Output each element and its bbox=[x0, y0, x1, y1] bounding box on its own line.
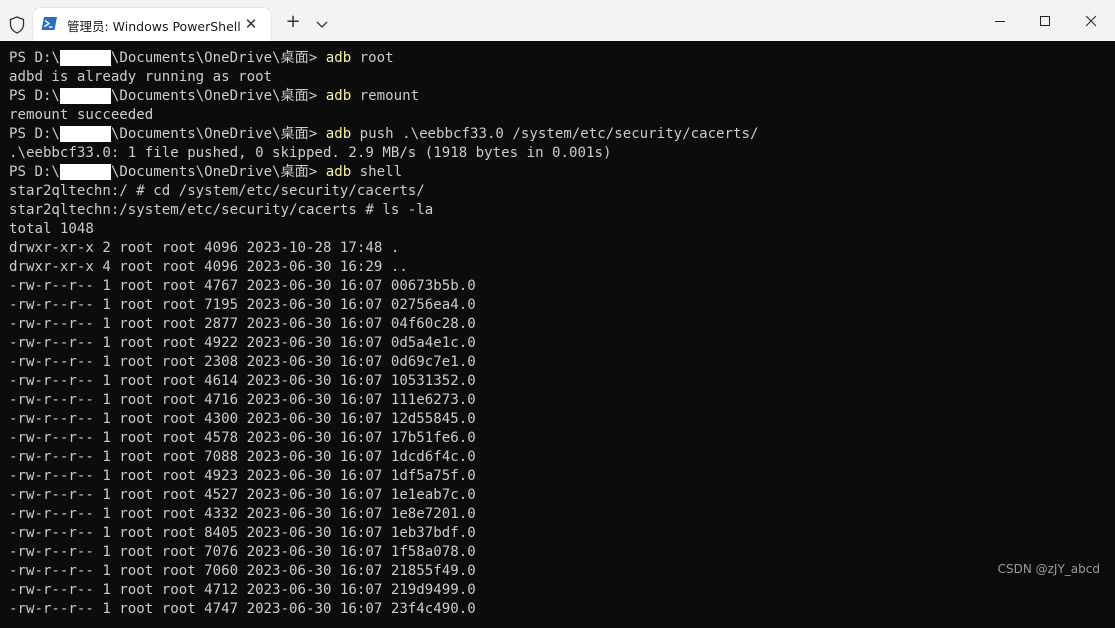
terminal-text: -rw-r--r-- 1 root root 4614 2023-06-30 1… bbox=[9, 373, 476, 389]
terminal-text: -rw-r--r-- 1 root root 4767 2023-06-30 1… bbox=[9, 278, 476, 294]
terminal-line: -rw-r--r-- 1 root root 4922 2023-06-30 1… bbox=[9, 334, 476, 353]
powershell-window: 管理员: Windows PowerShell ✕ + PS D:\ \Docu bbox=[0, 0, 1115, 628]
terminal-line: drwxr-xr-x 4 root root 4096 2023-06-30 1… bbox=[9, 258, 408, 277]
terminal-text: \Documents\OneDrive\桌面> bbox=[110, 88, 326, 104]
tab-close-button[interactable]: ✕ bbox=[243, 16, 259, 32]
terminal-text: \Documents\OneDrive\桌面> bbox=[110, 126, 326, 142]
terminal-line: -rw-r--r-- 1 root root 8405 2023-06-30 1… bbox=[9, 524, 476, 543]
command-name: adb bbox=[325, 88, 352, 104]
terminal-line: star2qltechn:/ # cd /system/etc/security… bbox=[9, 182, 425, 201]
terminal-text: -rw-r--r-- 1 root root 4716 2023-06-30 1… bbox=[9, 392, 476, 408]
command-name: adb bbox=[325, 126, 352, 142]
terminal-text: .\eebbcf33.0: 1 file pushed, 0 skipped. … bbox=[9, 145, 612, 161]
terminal-text: -rw-r--r-- 1 root root 4922 2023-06-30 1… bbox=[9, 335, 476, 351]
terminal-text: \Documents\OneDrive\桌面> bbox=[110, 164, 326, 180]
terminal-text: adbd is already running as root bbox=[9, 69, 273, 85]
watermark: CSDN @zJY_abcd bbox=[997, 562, 1100, 576]
terminal-text: PS D:\ bbox=[9, 126, 60, 142]
command-name: adb bbox=[325, 164, 352, 180]
terminal-text: drwxr-xr-x 4 root root 4096 2023-06-30 1… bbox=[9, 259, 408, 275]
chevron-down-icon[interactable] bbox=[314, 16, 330, 30]
terminal-line: total 1048 bbox=[9, 220, 94, 239]
terminal-output[interactable]: PS D:\ \Documents\OneDrive\桌面> adb root a… bbox=[0, 41, 1115, 628]
new-tab-button[interactable]: + bbox=[284, 13, 302, 31]
terminal-text: -rw-r--r-- 1 root root 8405 2023-06-30 1… bbox=[9, 525, 476, 541]
terminal-text: \Documents\OneDrive\桌面> bbox=[110, 50, 326, 66]
terminal-text: -rw-r--r-- 1 root root 2877 2023-06-30 1… bbox=[9, 316, 476, 332]
terminal-text: -rw-r--r-- 1 root root 4923 2023-06-30 1… bbox=[9, 468, 476, 484]
terminal-text: remount bbox=[351, 88, 420, 104]
redacted-username bbox=[59, 50, 111, 66]
terminal-text: -rw-r--r-- 1 root root 7076 2023-06-30 1… bbox=[9, 544, 476, 560]
terminal-text: PS D:\ bbox=[9, 50, 60, 66]
terminal-line: -rw-r--r-- 1 root root 4300 2023-06-30 1… bbox=[9, 410, 476, 429]
terminal-line: -rw-r--r-- 1 root root 7088 2023-06-30 1… bbox=[9, 448, 476, 467]
terminal-line: drwxr-xr-x 2 root root 4096 2023-10-28 1… bbox=[9, 239, 399, 258]
terminal-line: PS D:\ \Documents\OneDrive\桌面> adb root bbox=[9, 49, 394, 68]
terminal-line: -rw-r--r-- 1 root root 7076 2023-06-30 1… bbox=[9, 543, 476, 562]
terminal-line: -rw-r--r-- 1 root root 7195 2023-06-30 1… bbox=[9, 296, 476, 315]
redacted-username bbox=[59, 126, 111, 142]
terminal-line: -rw-r--r-- 1 root root 4332 2023-06-30 1… bbox=[9, 505, 476, 524]
maximize-icon bbox=[1040, 16, 1050, 26]
terminal-line: -rw-r--r-- 1 root root 4712 2023-06-30 1… bbox=[9, 581, 476, 600]
terminal-line: -rw-r--r-- 1 root root 2877 2023-06-30 1… bbox=[9, 315, 476, 334]
terminal-text: -rw-r--r-- 1 root root 2308 2023-06-30 1… bbox=[9, 354, 476, 370]
terminal-line: -rw-r--r-- 1 root root 4578 2023-06-30 1… bbox=[9, 429, 476, 448]
title-bar: 管理员: Windows PowerShell ✕ + bbox=[0, 0, 1115, 42]
terminal-text: -rw-r--r-- 1 root root 4527 2023-06-30 1… bbox=[9, 487, 476, 503]
terminal-line: -rw-r--r-- 1 root root 7060 2023-06-30 1… bbox=[9, 562, 476, 581]
terminal-text: drwxr-xr-x 2 root root 4096 2023-10-28 1… bbox=[9, 240, 400, 256]
terminal-text: -rw-r--r-- 1 root root 7088 2023-06-30 1… bbox=[9, 449, 476, 465]
terminal-text: -rw-r--r-- 1 root root 4300 2023-06-30 1… bbox=[9, 411, 476, 427]
terminal-line: PS D:\ \Documents\OneDrive\桌面> adb push … bbox=[9, 125, 758, 144]
terminal-text: -rw-r--r-- 1 root root 7060 2023-06-30 1… bbox=[9, 563, 476, 579]
terminal-line: -rw-r--r-- 1 root root 4767 2023-06-30 1… bbox=[9, 277, 476, 296]
tab-powershell[interactable]: 管理员: Windows PowerShell ✕ bbox=[33, 8, 271, 41]
maximize-button[interactable] bbox=[1022, 6, 1068, 36]
terminal-line: -rw-r--r-- 1 root root 4747 2023-06-30 1… bbox=[9, 600, 476, 619]
terminal-line: star2qltechn:/system/etc/security/cacert… bbox=[9, 201, 433, 220]
terminal-text: -rw-r--r-- 1 root root 4712 2023-06-30 1… bbox=[9, 582, 476, 598]
terminal-text: -rw-r--r-- 1 root root 4747 2023-06-30 1… bbox=[9, 601, 476, 617]
terminal-line: adbd is already running as root bbox=[9, 68, 272, 87]
terminal-line: remount succeeded bbox=[9, 106, 153, 125]
terminal-text: -rw-r--r-- 1 root root 4332 2023-06-30 1… bbox=[9, 506, 476, 522]
terminal-text: total 1048 bbox=[9, 221, 94, 237]
terminal-line: PS D:\ \Documents\OneDrive\桌面> adb shell bbox=[9, 163, 402, 182]
terminal-text: -rw-r--r-- 1 root root 7195 2023-06-30 1… bbox=[9, 297, 476, 313]
shield-icon bbox=[9, 16, 25, 34]
terminal-line: -rw-r--r-- 1 root root 4614 2023-06-30 1… bbox=[9, 372, 476, 391]
terminal-line: PS D:\ \Documents\OneDrive\桌面> adb remou… bbox=[9, 87, 419, 106]
redacted-username bbox=[59, 88, 111, 104]
terminal-line: .\eebbcf33.0: 1 file pushed, 0 skipped. … bbox=[9, 144, 611, 163]
terminal-text: star2qltechn:/ # cd /system/etc/security… bbox=[9, 183, 425, 199]
terminal-line: -rw-r--r-- 1 root root 4923 2023-06-30 1… bbox=[9, 467, 476, 486]
minimize-button[interactable] bbox=[977, 6, 1023, 36]
terminal-text: shell bbox=[351, 164, 403, 180]
terminal-line: -rw-r--r-- 1 root root 2308 2023-06-30 1… bbox=[9, 353, 476, 372]
redacted-username bbox=[59, 164, 111, 180]
terminal-text: -rw-r--r-- 1 root root 4578 2023-06-30 1… bbox=[9, 430, 476, 446]
powershell-icon bbox=[41, 16, 58, 31]
minimize-icon bbox=[995, 21, 1005, 22]
terminal-line: -rw-r--r-- 1 root root 4716 2023-06-30 1… bbox=[9, 391, 476, 410]
terminal-text: star2qltechn:/system/etc/security/cacert… bbox=[9, 202, 434, 218]
terminal-text: PS D:\ bbox=[9, 88, 60, 104]
terminal-line: -rw-r--r-- 1 root root 4527 2023-06-30 1… bbox=[9, 486, 476, 505]
terminal-text: PS D:\ bbox=[9, 164, 60, 180]
tab-title: 管理员: Windows PowerShell bbox=[67, 19, 241, 34]
terminal-text: push .\eebbcf33.0 /system/etc/security/c… bbox=[351, 126, 759, 142]
terminal-text: remount succeeded bbox=[9, 107, 154, 123]
terminal-text: root bbox=[351, 50, 394, 66]
command-name: adb bbox=[325, 50, 352, 66]
close-icon bbox=[1085, 15, 1097, 27]
close-button[interactable] bbox=[1068, 6, 1114, 36]
